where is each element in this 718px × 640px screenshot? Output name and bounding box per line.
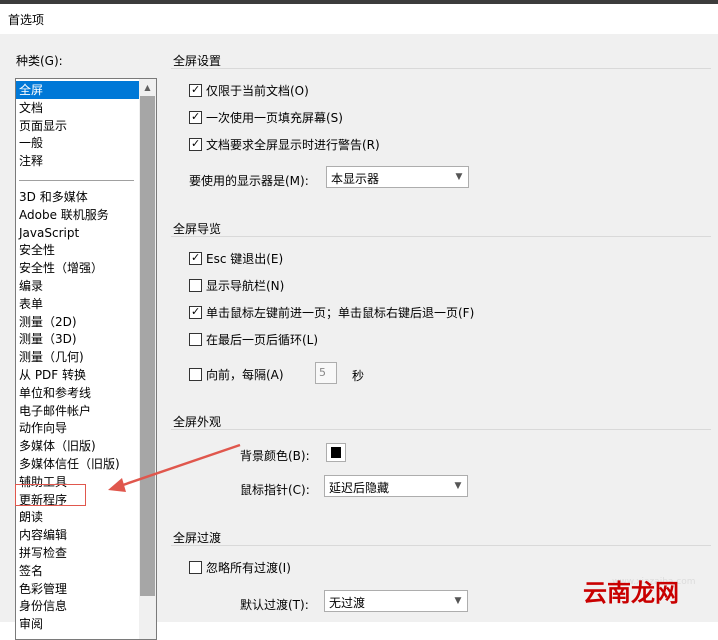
sidebar-item[interactable]: 色彩管理 bbox=[16, 580, 139, 598]
title-bar: 首选项 bbox=[0, 4, 718, 34]
interval-value: 5 bbox=[319, 366, 326, 379]
check-icon: ✓ bbox=[191, 110, 201, 123]
window-title: 首选项 bbox=[8, 13, 45, 27]
scroll-up-icon[interactable]: ▲ bbox=[139, 79, 156, 96]
categories-listbox[interactable]: 全屏 文档 页面显示 一般 注释 3D 和多媒体 Adobe 联机服务 JavaScript 安… bbox=[15, 78, 157, 640]
chevron-down-icon: ▼ bbox=[454, 596, 462, 606]
bg-color-picker[interactable] bbox=[326, 443, 346, 462]
default-transition-label: 默认过渡(T): bbox=[240, 598, 309, 612]
sidebar-item[interactable]: 测量（2D) bbox=[16, 313, 139, 331]
sidebar-item[interactable]: 多媒体（旧版) bbox=[16, 437, 139, 455]
section-title-nav: 全屏导览 bbox=[173, 222, 222, 236]
sidebar-item[interactable]: 一般 bbox=[16, 134, 139, 152]
sidebar-item[interactable]: 测量（几何) bbox=[16, 348, 139, 366]
sidebar-item[interactable]: 内容编辑 bbox=[16, 526, 139, 544]
monitor-select[interactable]: 本显示器 ▼ bbox=[326, 166, 469, 188]
checkbox-label: 文档要求全屏显示时进行警告(R) bbox=[206, 138, 380, 152]
sidebar-item[interactable]: 安全性 bbox=[16, 241, 139, 259]
sidebar-item[interactable]: 编录 bbox=[16, 277, 139, 295]
watermark-logo: 云南龙网 bbox=[583, 579, 679, 607]
sidebar-item[interactable]: 文档 bbox=[16, 99, 139, 117]
interval-unit: 秒 bbox=[352, 369, 365, 383]
sidebar-item[interactable]: 表单 bbox=[16, 295, 139, 313]
cursor-label: 鼠标指针(C): bbox=[240, 483, 310, 497]
section-title-appearance: 全屏外观 bbox=[173, 415, 222, 429]
checkbox-label: 一次使用一页填充屏幕(S) bbox=[206, 111, 343, 125]
sidebar-item[interactable]: 3D 和多媒体 bbox=[16, 188, 139, 206]
sidebar-item[interactable]: 全屏 bbox=[16, 81, 139, 99]
bg-color-label: 背景颜色(B): bbox=[240, 449, 310, 463]
sidebar-item[interactable]: 注释 bbox=[16, 152, 139, 170]
checkbox-loop[interactable] bbox=[189, 333, 202, 346]
color-swatch-fill bbox=[331, 447, 341, 458]
checkbox-esc[interactable]: ✓ bbox=[189, 251, 202, 265]
section-title-setup: 全屏设置 bbox=[173, 54, 222, 68]
divider bbox=[171, 236, 711, 237]
checkbox-current-doc[interactable]: ✓ bbox=[189, 83, 202, 97]
divider bbox=[171, 68, 711, 69]
sidebar-item[interactable]: 从 PDF 转换 bbox=[16, 366, 139, 384]
sidebar-item[interactable]: 测量（3D) bbox=[16, 330, 139, 348]
check-icon: ✓ bbox=[191, 137, 201, 150]
check-icon: ✓ bbox=[191, 305, 201, 318]
section-title-transition: 全屏过渡 bbox=[173, 531, 222, 545]
sidebar-item[interactable]: 动作向导 bbox=[16, 419, 139, 437]
list-separator bbox=[19, 180, 134, 181]
monitor-value: 本显示器 bbox=[331, 172, 380, 186]
checkbox-label: 忽略所有过渡(I) bbox=[206, 561, 291, 575]
checkbox-label: Esc 键退出(E) bbox=[206, 252, 284, 266]
sidebar-item[interactable]: 朗读 bbox=[16, 508, 139, 526]
chevron-down-icon: ▼ bbox=[454, 481, 462, 491]
sidebar-item[interactable]: 单位和参考线 bbox=[16, 384, 139, 402]
scroll-thumb[interactable] bbox=[140, 96, 155, 596]
checkbox-label: 仅限于当前文档(O) bbox=[206, 84, 309, 98]
sidebar-item[interactable]: 身份信息 bbox=[16, 597, 139, 615]
divider bbox=[171, 429, 711, 430]
categories-label: 种类(G): bbox=[16, 54, 63, 68]
sidebar-item[interactable]: 页面显示 bbox=[16, 117, 139, 135]
check-icon: ✓ bbox=[191, 251, 201, 264]
checkbox-navbar[interactable] bbox=[189, 279, 202, 292]
highlight-box bbox=[15, 484, 86, 506]
interval-input[interactable]: 5 bbox=[315, 362, 337, 384]
checkbox-ignore-transitions[interactable] bbox=[189, 561, 202, 574]
checkbox-warn[interactable]: ✓ bbox=[189, 137, 202, 151]
checkbox-label: 显示导航栏(N) bbox=[206, 279, 285, 293]
checkbox-label: 单击鼠标左键前进一页；单击鼠标右键后退一页(F) bbox=[206, 306, 475, 320]
transition-value: 无过渡 bbox=[329, 596, 366, 610]
sidebar-item[interactable]: JavaScript bbox=[16, 224, 139, 242]
chevron-down-icon: ▼ bbox=[455, 172, 463, 182]
checkbox-label: 向前，每隔(A) bbox=[206, 368, 284, 382]
checkbox-click-nav[interactable]: ✓ bbox=[189, 305, 202, 319]
checkbox-label: 在最后一页后循环(L) bbox=[206, 333, 319, 347]
categories-scrollbar[interactable]: ▲ bbox=[139, 79, 156, 639]
checkbox-fill-screen[interactable]: ✓ bbox=[189, 110, 202, 124]
sidebar-item[interactable]: 多媒体信任（旧版) bbox=[16, 455, 139, 473]
transition-select[interactable]: 无过渡 ▼ bbox=[324, 590, 468, 612]
check-icon: ✓ bbox=[191, 83, 201, 96]
checkbox-advance[interactable] bbox=[189, 368, 202, 381]
sidebar-item[interactable]: 拼写检查 bbox=[16, 544, 139, 562]
sidebar-item[interactable]: 电子邮件帐户 bbox=[16, 402, 139, 420]
divider bbox=[171, 545, 711, 546]
cursor-value: 延迟后隐藏 bbox=[329, 481, 390, 495]
sidebar-item[interactable]: 审阅 bbox=[16, 615, 139, 633]
sidebar-item[interactable]: 签名 bbox=[16, 562, 139, 580]
monitor-label: 要使用的显示器是(M): bbox=[189, 174, 309, 188]
cursor-select[interactable]: 延迟后隐藏 ▼ bbox=[324, 475, 468, 497]
sidebar-item[interactable]: 安全性（增强） bbox=[16, 259, 139, 277]
sidebar-item[interactable]: Adobe 联机服务 bbox=[16, 206, 139, 224]
